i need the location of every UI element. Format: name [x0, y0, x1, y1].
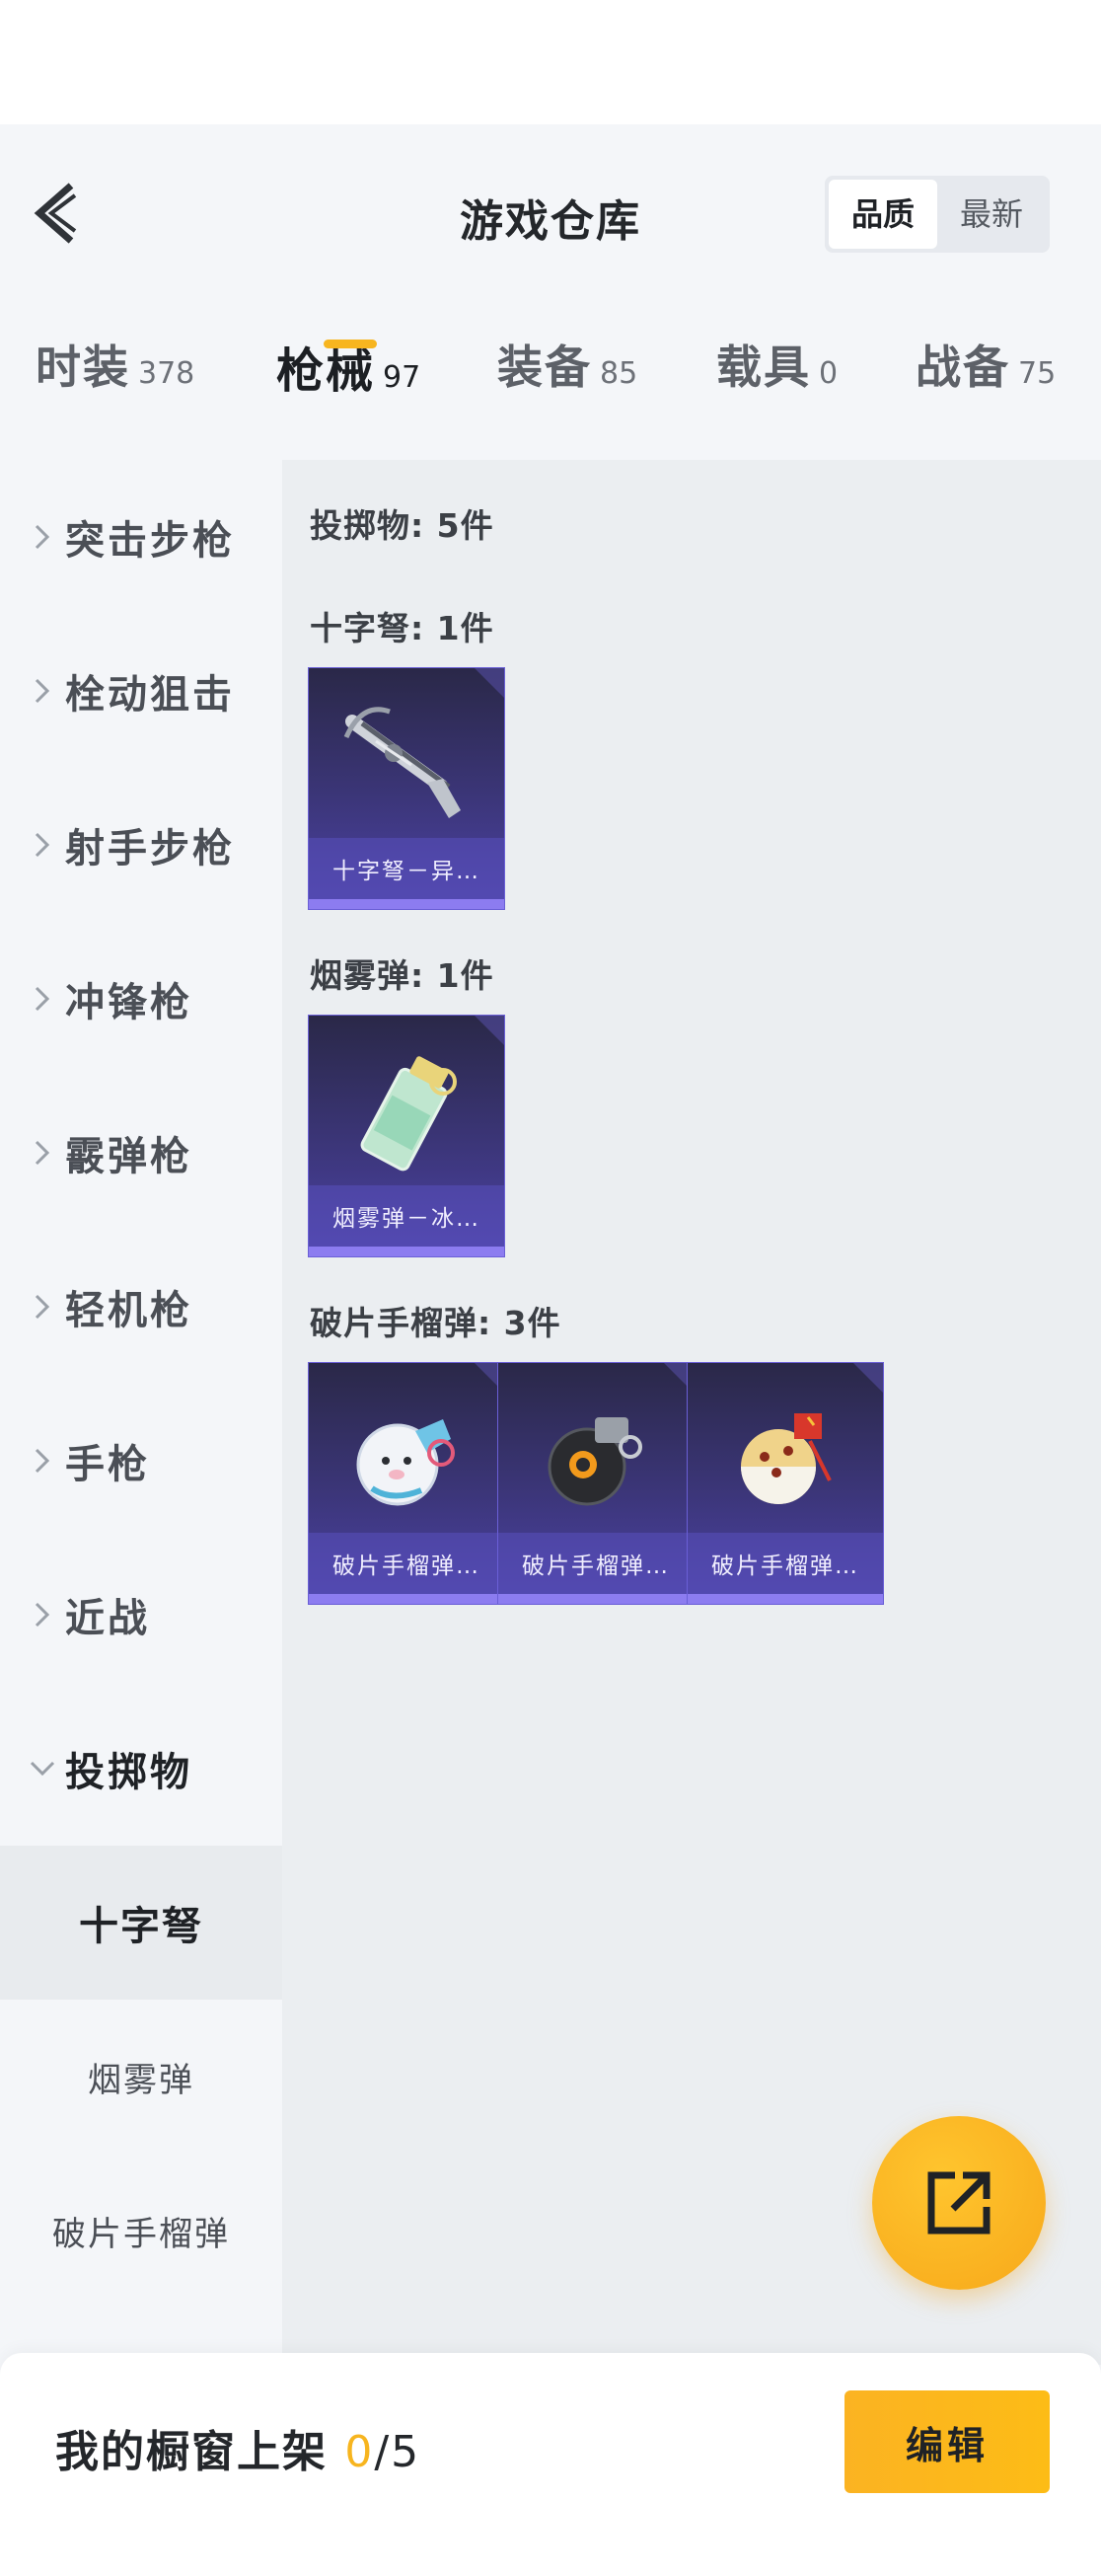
sidebar-item-label: 近战: [65, 1596, 150, 1641]
tab-equipment[interactable]: 装备 85: [497, 332, 637, 420]
sort-toggle: 品质 最新: [825, 176, 1050, 253]
showcase-max-count: 5: [391, 2427, 421, 2477]
active-tab-indicator: [324, 340, 377, 348]
sidebar-item-label: 手枪: [65, 1442, 150, 1487]
crossbow-icon: [309, 682, 504, 840]
sort-option-quality[interactable]: 品质: [829, 180, 937, 249]
tab-tactical[interactable]: 战备 75: [916, 332, 1056, 420]
showcase-separator: /: [374, 2427, 392, 2477]
sidebar-item-bolt-sniper[interactable]: 栓动狙击: [0, 614, 282, 768]
header: 游戏仓库 品质 最新: [0, 124, 1101, 302]
section-title: 十字弩: 1件: [310, 609, 494, 647]
showcase-current-count: 0: [344, 2427, 375, 2477]
tab-label: 载具: [716, 341, 811, 394]
tab-vehicles[interactable]: 载具 0: [716, 332, 838, 420]
chevron-right-icon: [26, 1601, 59, 1629]
showcase-bar: 我的橱窗上架 0/5 编辑: [0, 2353, 1101, 2576]
item-card[interactable]: 破片手榴弹…: [497, 1362, 695, 1605]
sidebar-item-throwables[interactable]: 投掷物: [0, 1692, 282, 1846]
sidebar-subitem-crossbow[interactable]: 十字弩: [0, 1846, 282, 2000]
tab-count: 85: [600, 356, 638, 391]
sidebar-item-label: 霰弹枪: [65, 1134, 192, 1179]
section-title: 破片手榴弹: 3件: [310, 1304, 561, 1342]
sidebar-subitem-frag-grenade[interactable]: 破片手榴弹: [0, 2154, 282, 2308]
warehouse-screen: 游戏仓库 品质 最新 时装 378 枪械 97 装备 85 载具 0 战备 75: [0, 124, 1101, 2576]
grenade-black-icon: [498, 1377, 694, 1535]
edit-button[interactable]: 编辑: [844, 2390, 1050, 2493]
item-card[interactable]: 破片手榴弹…: [308, 1362, 505, 1605]
sidebar-item-pistol[interactable]: 手枪: [0, 1384, 282, 1538]
chevron-right-icon: [26, 985, 59, 1013]
item-name-bar: 烟雾弹－冰…: [309, 1185, 504, 1247]
item-name: 破片手榴弹…: [332, 1553, 480, 1579]
section-title: 烟雾弹: 1件: [310, 956, 494, 995]
tab-count: 75: [1018, 356, 1057, 391]
tab-label: 装备: [497, 341, 592, 394]
sidebar-item-melee[interactable]: 近战: [0, 1538, 282, 1692]
share-external-icon: [927, 2171, 991, 2235]
item-name-bar: 十字弩－异…: [309, 838, 504, 899]
sidebar-item-smg[interactable]: 冲锋枪: [0, 922, 282, 1076]
item-card[interactable]: 十字弩－异…: [308, 667, 505, 910]
chevron-right-icon: [26, 1447, 59, 1475]
sidebar-item-label: 射手步枪: [65, 826, 235, 871]
chevron-right-icon: [26, 523, 59, 551]
item-card[interactable]: 烟雾弹－冰…: [308, 1015, 505, 1257]
item-name: 烟雾弹－冰…: [332, 1206, 480, 1232]
category-tabs: 时装 378 枪械 97 装备 85 载具 0 战备 75: [0, 332, 1101, 460]
grenade-seal-icon: [309, 1377, 504, 1535]
sidebar-item-assault-rifle[interactable]: 突击步枪: [0, 460, 282, 614]
tab-count: 0: [819, 356, 839, 391]
sort-option-latest[interactable]: 最新: [937, 180, 1046, 249]
sidebar-item-label: 投掷物: [65, 1750, 192, 1795]
category-summary: 投掷物: 5件: [310, 506, 494, 545]
item-name: 破片手榴弹…: [522, 1553, 670, 1579]
item-name-bar: 破片手榴弹…: [688, 1533, 883, 1594]
item-card[interactable]: 破片手榴弹…: [687, 1362, 884, 1605]
sidebar-item-lmg[interactable]: 轻机枪: [0, 1230, 282, 1384]
smoke-grenade-icon: [309, 1029, 504, 1187]
showcase-label: 我的橱窗上架: [55, 2427, 328, 2477]
sidebar-item-label: 轻机枪: [65, 1288, 192, 1333]
tab-label: 战备: [916, 341, 1010, 394]
tab-label: 时装: [36, 341, 130, 394]
item-name: 破片手榴弹…: [711, 1553, 859, 1579]
sidebar: 突击步枪 栓动狙击 射手步枪 冲锋枪 霰弹枪 轻机枪 手枪 近战 投掷物 十字弩…: [0, 460, 282, 2365]
grenade-gold-icon: [688, 1377, 883, 1535]
tab-fashion[interactable]: 时装 378: [36, 332, 194, 420]
chevron-down-icon: [26, 1760, 59, 1778]
sidebar-item-label: 冲锋枪: [65, 980, 192, 1025]
chevron-right-icon: [26, 1293, 59, 1321]
item-name-bar: 破片手榴弹…: [498, 1533, 694, 1594]
item-name-bar: 破片手榴弹…: [309, 1533, 504, 1594]
chevron-right-icon: [26, 677, 59, 705]
sidebar-item-label: 突击步枪: [65, 518, 235, 564]
item-list: 投掷物: 5件 十字弩: 1件 十字弩－异… 烟雾弹: 1件 烟雾弹－冰… 破片…: [282, 460, 1101, 2365]
share-button[interactable]: [872, 2116, 1046, 2290]
showcase-status: 我的橱窗上架 0/5: [55, 2416, 420, 2479]
sidebar-subitem-smoke-grenade[interactable]: 烟雾弹: [0, 2000, 282, 2154]
sidebar-item-marksman-rifle[interactable]: 射手步枪: [0, 768, 282, 922]
tab-count: 378: [138, 356, 195, 391]
chevron-right-icon: [26, 1139, 59, 1167]
sidebar-item-shotgun[interactable]: 霰弹枪: [0, 1076, 282, 1230]
sidebar-item-label: 栓动狙击: [65, 672, 235, 718]
chevron-right-icon: [26, 831, 59, 859]
item-name: 十字弩－异…: [332, 859, 480, 884]
tab-count: 97: [383, 360, 421, 395]
